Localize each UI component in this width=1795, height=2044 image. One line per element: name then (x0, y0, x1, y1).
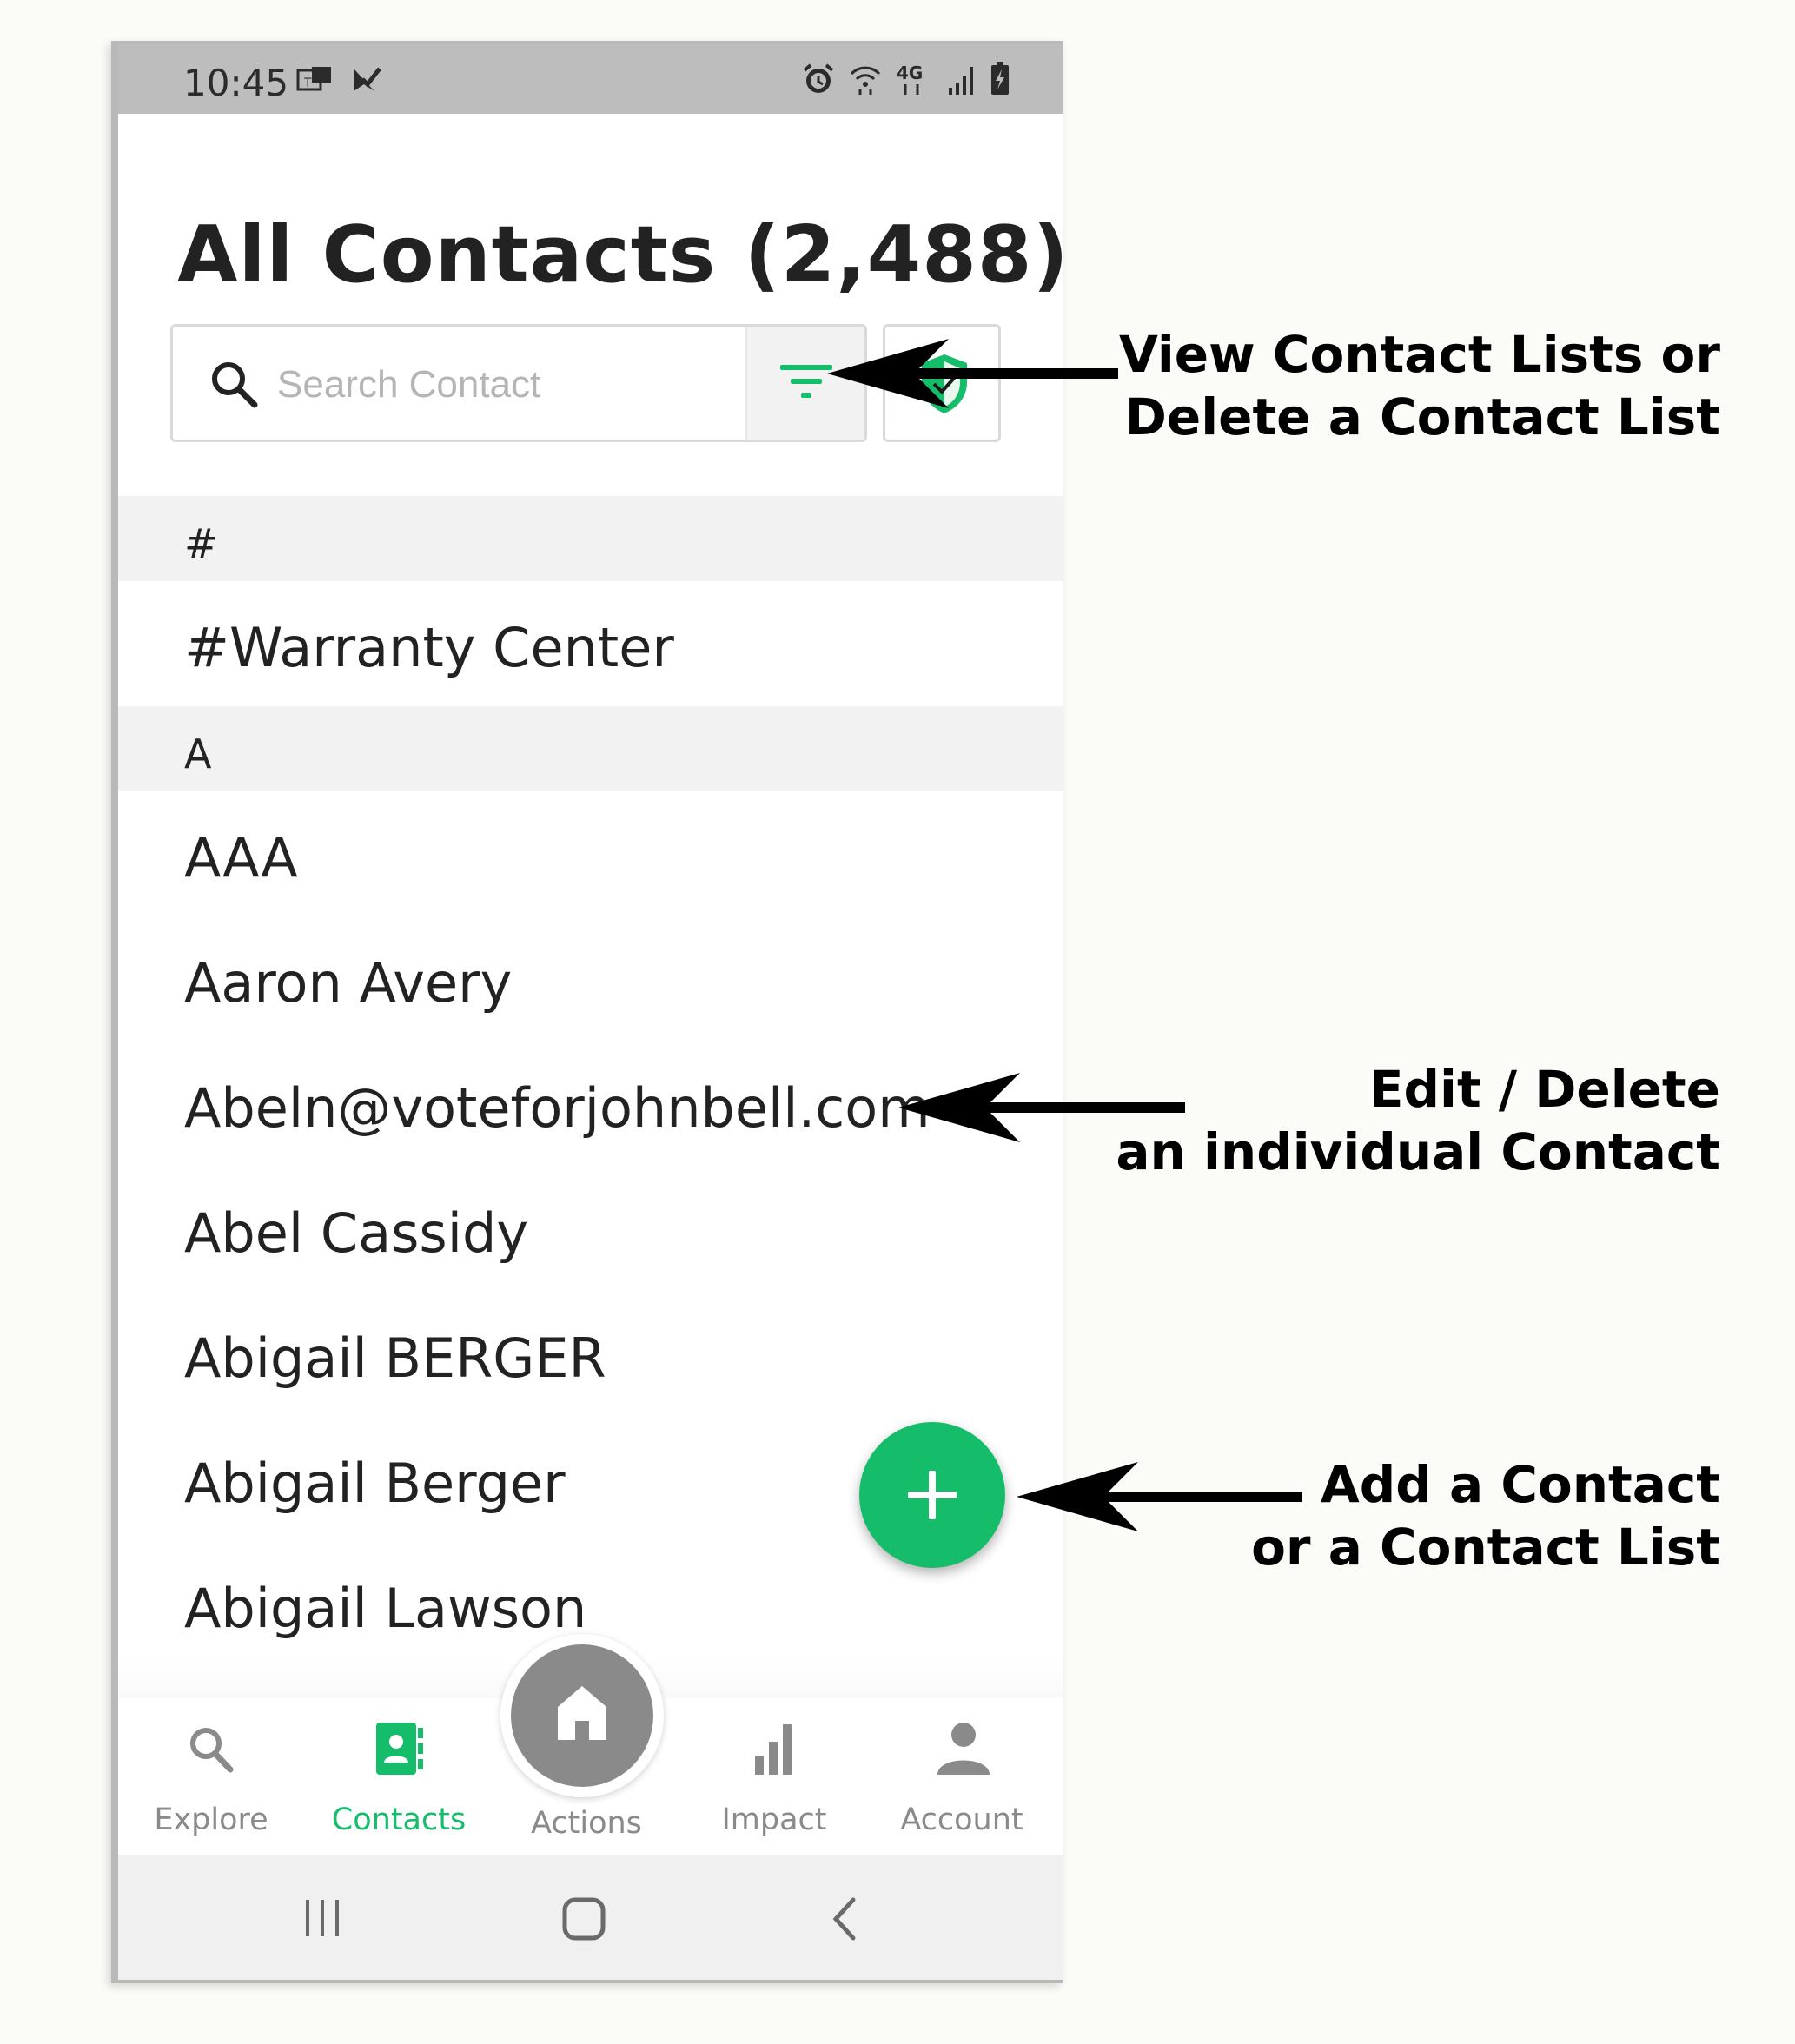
contacts-icon (376, 1723, 423, 1775)
plus-icon (908, 1471, 957, 1519)
arrow-icon (827, 339, 1118, 408)
search-icon (190, 1728, 234, 1773)
recent-apps-icon[interactable] (301, 1896, 344, 1940)
nav-item-account[interactable]: Account (884, 1698, 1040, 1855)
contact-name: Abigail Lawson (184, 1577, 587, 1640)
status-bar: 10:45 T 4G (118, 44, 1063, 114)
page-title: All Contacts (2,488) (177, 209, 1063, 301)
annotation-add: Add a Contact or a Contact List (1251, 1455, 1720, 1577)
actions-home-button[interactable] (511, 1644, 653, 1787)
battery-charging-icon (991, 62, 1009, 95)
signal-strength-icon (949, 67, 973, 95)
nav-label: Explore (154, 1803, 268, 1837)
status-time: 10:45 (183, 62, 289, 104)
wifi-icon (850, 66, 881, 95)
home-icon (558, 1686, 606, 1740)
nav-item-explore[interactable]: Explore (133, 1698, 289, 1855)
search-bar (170, 324, 867, 442)
list-item[interactable]: AAA (118, 791, 1063, 916)
phone-screen: 10:45 T 4G All Contacts (2,488) Search C… (111, 41, 1063, 1983)
nav-item-impact[interactable]: Impact (696, 1698, 852, 1855)
arrow-icon (898, 1073, 1185, 1142)
nav-item-contacts[interactable]: Contacts (321, 1698, 477, 1855)
nav-label: Account (900, 1803, 1023, 1837)
nav-label: Contacts (331, 1803, 467, 1837)
contact-name: #Warranty Center (184, 616, 674, 679)
person-icon (937, 1723, 990, 1775)
filter-icon (780, 365, 832, 398)
section-header-hash: # (118, 496, 1063, 581)
list-item[interactable]: #Warranty Center (118, 581, 1063, 706)
section-header-label: # (184, 520, 218, 567)
arrow-icon (1017, 1462, 1302, 1531)
contact-name: Aaron Avery (184, 951, 513, 1015)
section-header-label: A (184, 731, 212, 777)
annotation-contact: Edit / Delete an individual Contact (1116, 1060, 1720, 1181)
section-header-a: A (118, 706, 1063, 791)
contact-name: Abel Cassidy (184, 1201, 529, 1265)
system-nav-bar (118, 1855, 1063, 1980)
search-input[interactable] (275, 351, 731, 419)
add-contact-button[interactable] (859, 1422, 1005, 1568)
bar-chart-icon (755, 1724, 792, 1775)
nav-label: Actions (531, 1806, 642, 1841)
nav-label: Impact (721, 1803, 827, 1837)
gallery-notification-icon: T (296, 67, 331, 91)
svg-text:4G: 4G (897, 63, 923, 83)
alarm-icon (803, 63, 834, 93)
annotation-filter: View Contact Lists or Delete a Contact L… (1119, 325, 1720, 447)
contact-name: AAA (184, 826, 298, 890)
lte-4g-icon: 4G (897, 63, 923, 95)
contact-name: Abigail Berger (184, 1452, 566, 1515)
back-icon[interactable] (829, 1896, 860, 1941)
search-icon (212, 362, 258, 408)
task-check-icon (354, 67, 381, 91)
contact-name: Abigail BERGER (184, 1326, 606, 1390)
list-item[interactable]: Aaron Avery (118, 916, 1063, 1042)
contact-name: Abeln@voteforjohnbell.com (184, 1076, 931, 1140)
list-item[interactable]: Abigail BERGER (118, 1292, 1063, 1417)
svg-text:T: T (303, 76, 312, 90)
home-nav-icon[interactable] (561, 1896, 606, 1941)
list-item[interactable]: Abel Cassidy (118, 1167, 1063, 1292)
